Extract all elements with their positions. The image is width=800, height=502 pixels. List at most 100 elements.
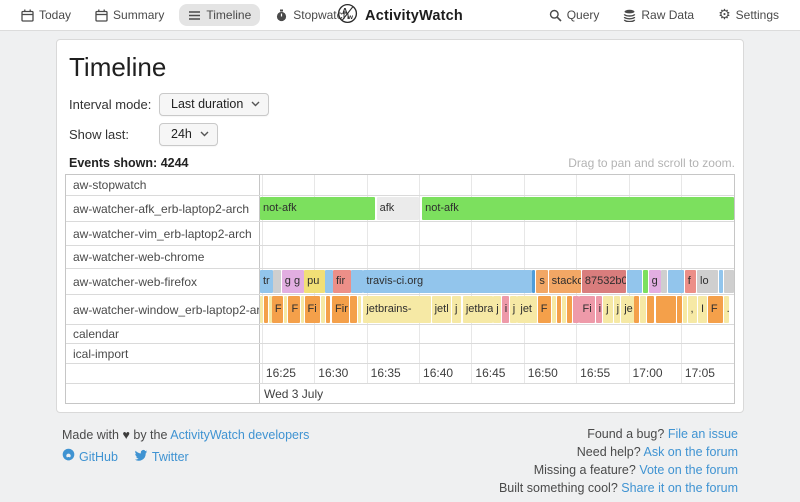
timeline-segment[interactable] [358,296,361,323]
timeline-segment[interactable]: jetbra [463,296,493,323]
timeline-segment[interactable] [325,270,332,293]
timeline-segment[interactable]: 87532b00 [582,270,627,293]
timeline-segment[interactable] [351,270,362,293]
timeline-segment[interactable]: j [493,296,501,323]
timeline-segment[interactable] [640,296,646,323]
activitywatch-logo-icon: A w [337,3,358,29]
timeline-segment[interactable]: F [272,296,283,323]
help-link[interactable]: Ask on the forum [644,445,739,459]
timeline-segment[interactable] [683,296,687,323]
timeline-segment[interactable] [567,296,572,323]
timeline-segment[interactable]: Fi [305,296,320,323]
timeline-segment[interactable] [562,296,566,323]
timeline-track[interactable]: not-afkafknot-afk [260,196,734,221]
nav-item-query[interactable]: Query [540,4,609,26]
timeline-segment[interactable]: jetl [432,296,452,323]
timeline-segment[interactable]: fir [333,270,351,293]
twitter-link[interactable]: Twitter [134,447,189,467]
timeline-segment[interactable] [273,270,281,293]
timeline-segment[interactable]: F [708,296,723,323]
gridline [419,246,420,268]
timeline-segment[interactable]: i [502,296,510,323]
help-question: Found a bug? [587,427,668,441]
timeline-segment[interactable]: . [724,296,730,323]
gridline [681,344,682,363]
timeline-track[interactable] [260,344,734,363]
timeline-segment[interactable] [668,270,684,293]
timeline-segment[interactable]: pu [304,270,325,293]
timeline-segment[interactable]: j [603,296,612,323]
timeline-segment[interactable]: F [288,296,300,323]
nav-item-today[interactable]: Today [12,4,80,26]
timeline-segment[interactable] [264,296,268,323]
timeline-segment[interactable] [677,296,682,323]
timeline-segment[interactable]: j [510,296,517,323]
timeline-table[interactable]: aw-stopwatchaw-watcher-afk_erb-laptop2-a… [65,174,735,404]
timeline-segment[interactable] [724,270,734,293]
timeline-segment[interactable]: g [649,270,661,293]
timeline-segment[interactable]: j [614,296,621,323]
timeline-segment[interactable]: I [698,296,707,323]
timeline-segment[interactable]: Fir [332,296,349,323]
timeline-segment[interactable] [260,296,263,323]
timeline-segment[interactable]: , [688,296,697,323]
timeline-track[interactable] [260,246,734,268]
interval-mode-select[interactable]: Last duration [159,93,269,116]
timeline-track[interactable]: FFFiFirjetbrains-jetljjetbrajijjetF.Fiij… [260,295,734,324]
timeline-segment[interactable] [284,296,288,323]
timeline-segment[interactable] [719,270,723,293]
timeline-segment[interactable]: Fi [579,296,595,323]
timeline-segment[interactable]: tr [260,270,273,293]
nav-item-raw-data[interactable]: Raw Data [614,4,703,26]
timeline-row: aw-watcher-afk_erb-laptop2-archnot-afkaf… [66,196,734,222]
timeline-segment[interactable] [647,296,655,323]
timeline-segment[interactable]: je [621,296,633,323]
timeline-segment[interactable]: j [452,296,461,323]
tick-label: 16:55 [580,366,610,380]
timeline-segment[interactable]: jet [517,296,537,323]
timeline-segment[interactable] [627,270,642,293]
nav-item-summary[interactable]: Summary [86,4,173,26]
developers-link[interactable]: ActivityWatch developers [170,428,309,442]
help-link[interactable]: Share it on the forum [621,481,738,495]
timeline-segment[interactable] [634,296,639,323]
timeline-segment[interactable] [573,296,579,323]
timeline-segment[interactable]: lo [697,270,718,293]
timeline-track[interactable] [260,325,734,343]
timeline-segment[interactable]: afk [377,197,419,220]
stopwatch-icon [275,9,288,22]
brand[interactable]: A w ActivityWatch [337,0,463,31]
footer-left: Made with ♥ by the ActivityWatch develop… [62,425,309,467]
timeline-segment[interactable]: jetbrains- [363,296,431,323]
help-link[interactable]: Vote on the forum [639,463,738,477]
timeline-segment[interactable] [350,296,357,323]
timeline-track[interactable] [260,222,734,245]
timeline-segment[interactable]: s [536,270,547,293]
timeline-track[interactable] [260,175,734,195]
timeline-segment[interactable]: stacko [549,270,581,293]
timeline-segment[interactable]: f [685,270,696,293]
timeline-segment[interactable]: F [538,296,552,323]
timeline-track[interactable]: tr g gpufir travis-ci.orgsstacko87532b00 g f… [260,269,734,294]
timeline-segment[interactable] [557,296,562,323]
timeline-segment[interactable]: travis-ci.org [363,270,531,293]
timeline-segment[interactable]: g g [282,270,304,293]
show-last-select[interactable]: 24h [159,123,218,146]
timeline-segment[interactable] [326,296,330,323]
github-link[interactable]: GitHub [62,447,118,467]
timeline-segment[interactable] [643,270,648,293]
nav-item-settings[interactable]: ⚙Settings [709,4,788,26]
help-link[interactable]: File an issue [668,427,738,441]
timeline-segment[interactable]: not-afk [260,197,375,220]
timeline-segment[interactable] [656,296,676,323]
timeline-segment[interactable]: not-afk [422,197,734,220]
timeline-segment[interactable] [532,270,535,293]
timeline-segment[interactable] [321,296,326,323]
timeline-row: ical-import [66,344,734,364]
date-label: Wed 3 July [260,384,734,403]
timeline-segment[interactable] [301,296,304,323]
nav-item-timeline[interactable]: Timeline [179,4,260,26]
timeline-segment[interactable]: . [552,296,556,323]
timeline-segment[interactable] [661,270,667,293]
timeline-segment[interactable]: i [596,296,603,323]
